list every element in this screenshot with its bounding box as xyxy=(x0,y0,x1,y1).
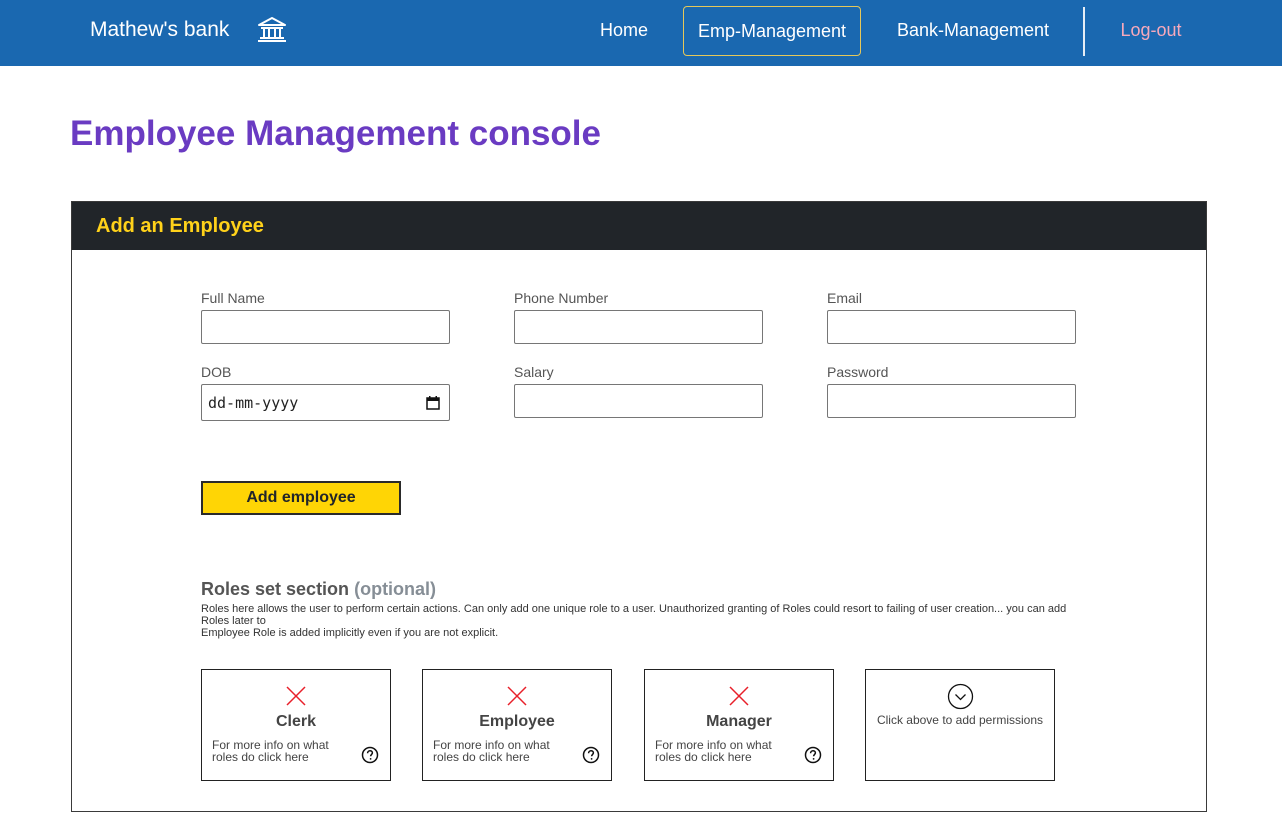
roles-optional-tag: (optional) xyxy=(354,579,437,599)
brand-name[interactable]: Mathew's bank xyxy=(90,17,229,43)
email-input[interactable] xyxy=(827,310,1076,344)
bank-icon xyxy=(258,17,286,42)
full-name-label: Full Name xyxy=(201,290,265,306)
roles-desc-line2: Employee Role is added implicitly even i… xyxy=(201,627,499,639)
help-icon[interactable] xyxy=(361,746,379,764)
role-name: Clerk xyxy=(275,713,317,730)
page-title: Employee Management console xyxy=(70,114,601,153)
role-name: Manager xyxy=(706,713,772,730)
role-info-link[interactable]: For more info on what roles do click her… xyxy=(212,739,342,763)
password-input[interactable] xyxy=(827,384,1076,418)
add-permissions-text: Click above to add permissions xyxy=(876,713,1044,727)
remove-role-icon[interactable] xyxy=(729,686,749,706)
roles-description: Roles here allows the user to perform ce… xyxy=(201,603,1081,639)
roles-title-text: Roles set section xyxy=(201,579,350,599)
full-name-input[interactable] xyxy=(201,310,450,344)
roles-section-title: Roles set section (optional) xyxy=(201,578,436,600)
phone-input[interactable] xyxy=(514,310,763,344)
help-icon[interactable] xyxy=(804,746,822,764)
add-employee-card: Add an Employee Full Name Phone Number E… xyxy=(71,201,1207,812)
phone-label: Phone Number xyxy=(514,290,609,306)
nav-emp-management-link[interactable]: Emp-Management xyxy=(683,6,861,56)
dob-input[interactable]: dd-mm-yyyy xyxy=(201,384,450,421)
logout-link[interactable]: Log-out xyxy=(1110,6,1192,56)
add-permissions-card[interactable]: Click above to add permissions xyxy=(865,669,1055,781)
navbar: Mathew's bank Home Emp-Management Bank-M… xyxy=(0,0,1282,66)
card-title: Add an Employee xyxy=(96,215,264,237)
role-card-clerk[interactable]: Clerk For more info on what roles do cli… xyxy=(201,669,391,781)
dob-placeholder: dd-mm-yyyy xyxy=(208,393,299,412)
nav-home-link[interactable]: Home xyxy=(590,6,658,56)
role-card-manager[interactable]: Manager For more info on what roles do c… xyxy=(644,669,834,781)
nav-divider xyxy=(1083,7,1085,56)
chevron-down-circle-icon[interactable] xyxy=(947,683,974,710)
role-name: Employee xyxy=(479,713,555,730)
dob-label: DOB xyxy=(201,364,232,380)
role-info-link[interactable]: For more info on what roles do click her… xyxy=(433,739,563,763)
email-label: Email xyxy=(827,290,863,306)
remove-role-icon[interactable] xyxy=(507,686,527,706)
nav-bank-management-link[interactable]: Bank-Management xyxy=(886,6,1060,56)
add-employee-button[interactable]: Add employee xyxy=(201,481,401,515)
calendar-icon[interactable] xyxy=(426,396,440,410)
role-info-link[interactable]: For more info on what roles do click her… xyxy=(655,739,785,763)
card-header: Add an Employee xyxy=(72,202,1206,250)
password-label: Password xyxy=(827,364,889,380)
help-icon[interactable] xyxy=(582,746,600,764)
salary-input[interactable] xyxy=(514,384,763,418)
role-card-employee[interactable]: Employee For more info on what roles do … xyxy=(422,669,612,781)
salary-label: Salary xyxy=(514,364,554,380)
remove-role-icon[interactable] xyxy=(286,686,306,706)
roles-desc-line1: Roles here allows the user to perform ce… xyxy=(201,603,1067,627)
